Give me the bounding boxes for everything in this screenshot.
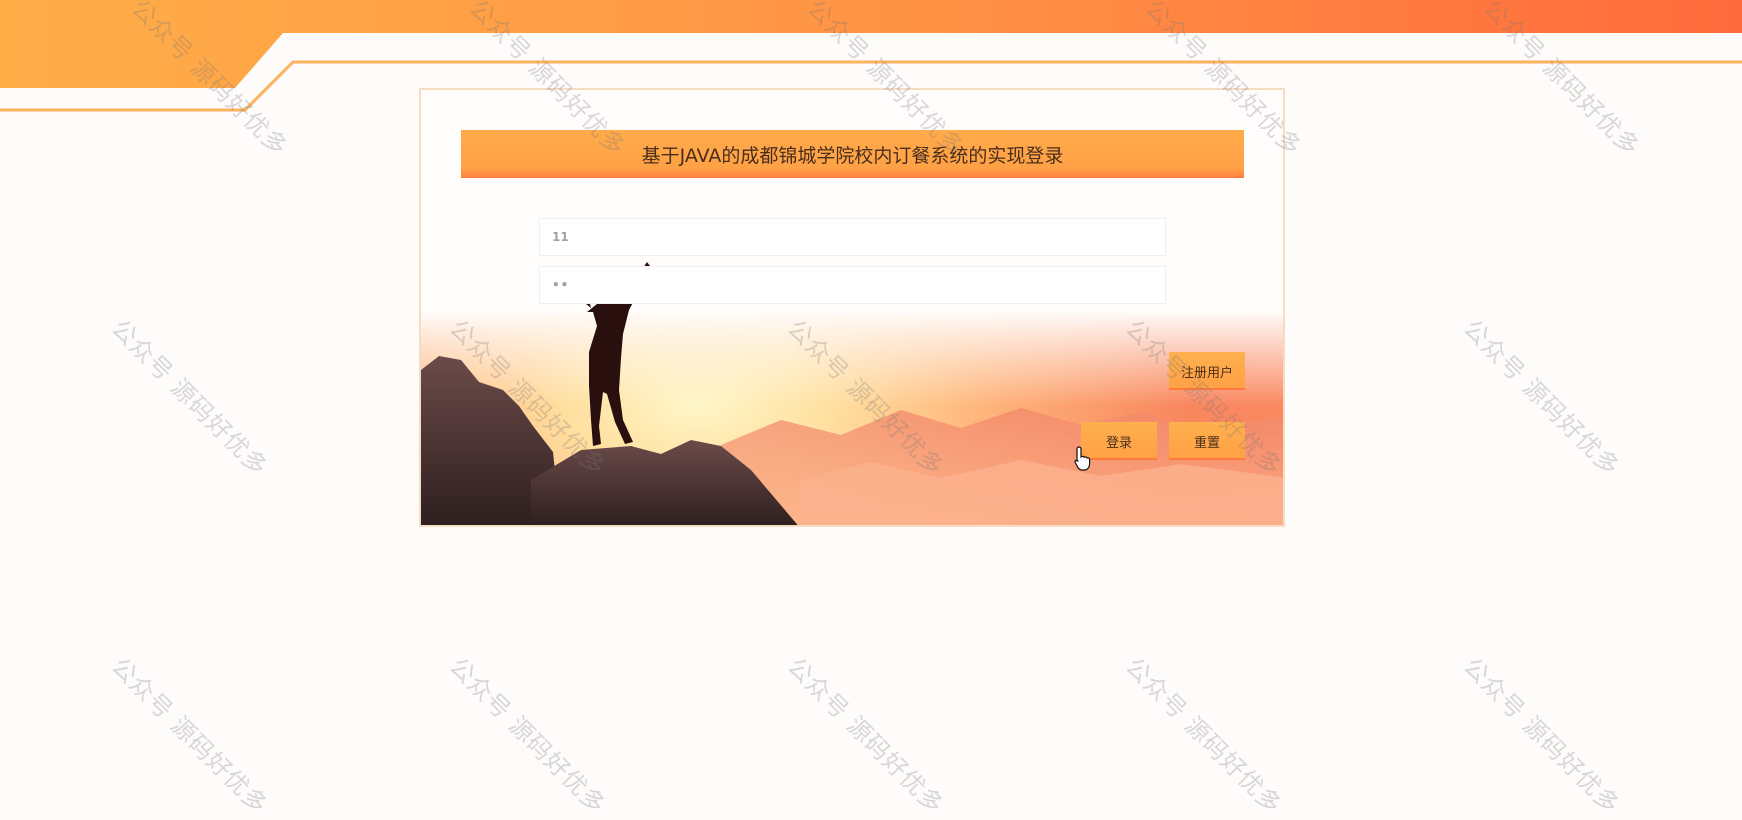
register-button[interactable]: 注册用户: [1169, 352, 1245, 390]
username-input[interactable]: [539, 218, 1166, 256]
watermark-text: 公众号 源码好优多: [1457, 314, 1626, 482]
watermark-text: 公众号 源码好优多: [443, 652, 612, 820]
reset-button[interactable]: 重置: [1169, 422, 1245, 460]
login-title-bar: 基于JAVA的成都锦城学院校内订餐系统的实现登录: [461, 130, 1244, 178]
watermark-text: 公众号 源码好优多: [781, 652, 950, 820]
watermark-text: 公众号 源码好优多: [1457, 652, 1626, 820]
watermark-text: 公众号 源码好优多: [105, 314, 274, 482]
watermark-text: 公众号 源码好优多: [105, 652, 274, 820]
watermark-text: 公众号 源码好优多: [1119, 652, 1288, 820]
page-title: 基于JAVA的成都锦城学院校内订餐系统的实现登录: [641, 144, 1064, 167]
login-button[interactable]: 登录: [1081, 422, 1157, 460]
login-panel: 基于JAVA的成都锦城学院校内订餐系统的实现登录 注册用户 登录 重置: [419, 88, 1285, 527]
hand-pointer-icon: [1074, 446, 1092, 472]
password-input[interactable]: [539, 266, 1166, 304]
